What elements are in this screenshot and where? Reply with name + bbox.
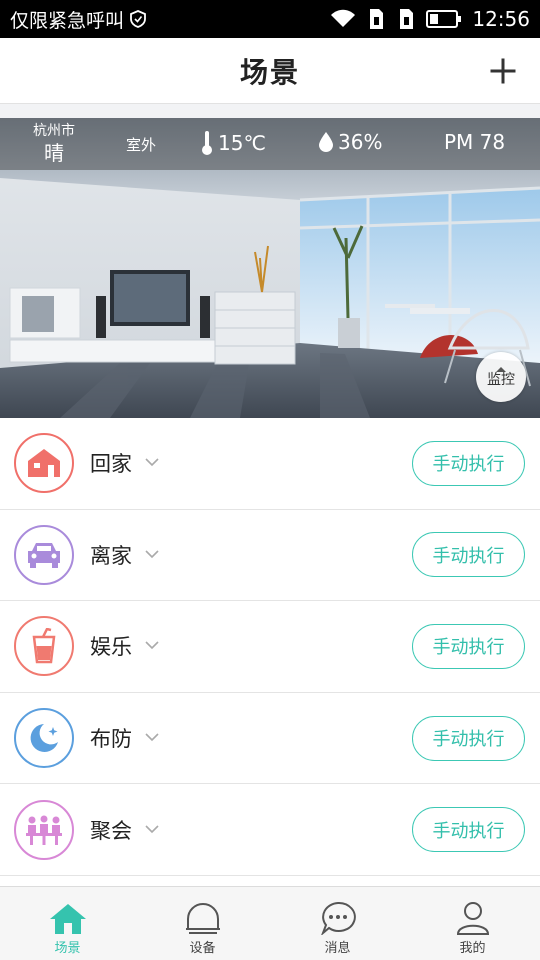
humidity-value: 36% [338,130,383,154]
header-separator [0,104,540,118]
clock: 12:56 [472,7,530,31]
nav-item-messages[interactable]: 消息 [270,887,405,960]
weather-city: 杭州市 晴 [0,122,108,166]
status-right: 12:56 [330,7,530,31]
humidity-readout: 36% [318,130,382,154]
water-drop-icon [319,132,333,152]
monitor-label: 监控 [487,372,515,388]
plus-icon [490,58,516,84]
page-title: 场景 [239,55,300,89]
manual-run-button[interactable]: 手动执行 [412,532,525,578]
party-icon [26,815,62,845]
outdoor-label: 室外 [126,136,157,154]
message-icon [320,901,356,935]
weather-bar: 杭州市 晴 室外 15℃ 36% PM 78 [0,118,540,170]
scene-icon-circle [14,524,74,585]
chevron-down-icon[interactable] [145,824,159,834]
manual-run-button[interactable]: 手动执行 [412,807,525,853]
scene-name: 离家 [90,543,132,568]
weather-condition: 晴 [44,141,64,165]
app-header: 场景 [0,38,540,104]
scene-row-home[interactable]: 回家 手动执行 [0,418,540,510]
bottom-nav: 场景 设备 消息 我的 [0,886,540,960]
home-icon [28,449,60,478]
nav-item-devices[interactable]: 设备 [135,887,270,960]
nav-label: 设备 [189,941,216,956]
pm-value: PM 78 [444,130,506,154]
chevron-down-icon[interactable] [145,549,159,559]
scene-row-defense[interactable]: 布防 手动执行 [0,692,540,785]
temperature-readout: 15℃ [200,130,266,156]
scene-list: 回家 手动执行 离家 手动执行 娱乐 手动执行 布防 手动执行 聚会 手动执行 [0,418,540,876]
drink-icon [32,628,56,664]
scene-row-entertainment[interactable]: 娱乐 手动执行 [0,601,540,693]
nav-label: 我的 [459,941,486,956]
thermometer-icon [202,131,212,155]
scene-row-party[interactable]: 聚会 手动执行 [0,784,540,876]
temperature-value: 15℃ [218,131,266,155]
user-icon [456,902,489,935]
scene-name: 布防 [90,727,132,752]
nav-item-scenes[interactable]: 场景 [0,887,135,960]
city-name: 杭州市 [33,123,75,139]
add-scene-button[interactable] [484,52,522,90]
device-icon [185,903,220,934]
chevron-down-icon[interactable] [145,457,159,467]
scene-banner: 杭州市 晴 室外 15℃ 36% PM 78 监控 [0,118,540,418]
car-icon [28,542,60,568]
chevron-down-icon[interactable] [145,640,159,650]
carrier-text: 仅限紧急呼叫 [10,9,125,32]
scene-name: 回家 [90,452,132,477]
manual-run-button[interactable]: 手动执行 [412,715,525,761]
manual-run-button[interactable]: 手动执行 [412,623,525,669]
sim2-icon [396,8,416,30]
scene-icon-circle [14,616,74,677]
scene-icon-circle [14,799,74,860]
scene-icon-circle [14,708,74,769]
shield-icon [130,10,146,28]
moon-icon [30,724,58,753]
nav-label: 消息 [324,941,351,956]
chevron-down-icon[interactable] [145,732,159,742]
manual-run-button[interactable]: 手动执行 [412,440,525,486]
sim1-icon [366,8,386,30]
nav-label: 场景 [54,941,81,956]
nav-item-profile[interactable]: 我的 [405,887,540,960]
status-left: 仅限紧急呼叫 [10,6,146,33]
scene-row-leave[interactable]: 离家 手动执行 [0,509,540,602]
monitor-button[interactable]: 监控 [476,352,526,402]
scene-name: 聚会 [90,818,132,843]
scene-name: 娱乐 [90,635,132,660]
wifi-icon [330,9,356,29]
battery-icon [426,9,462,29]
scene-icon-circle [14,433,74,494]
status-bar: 仅限紧急呼叫 12:56 [0,0,540,38]
home-icon [49,904,86,934]
